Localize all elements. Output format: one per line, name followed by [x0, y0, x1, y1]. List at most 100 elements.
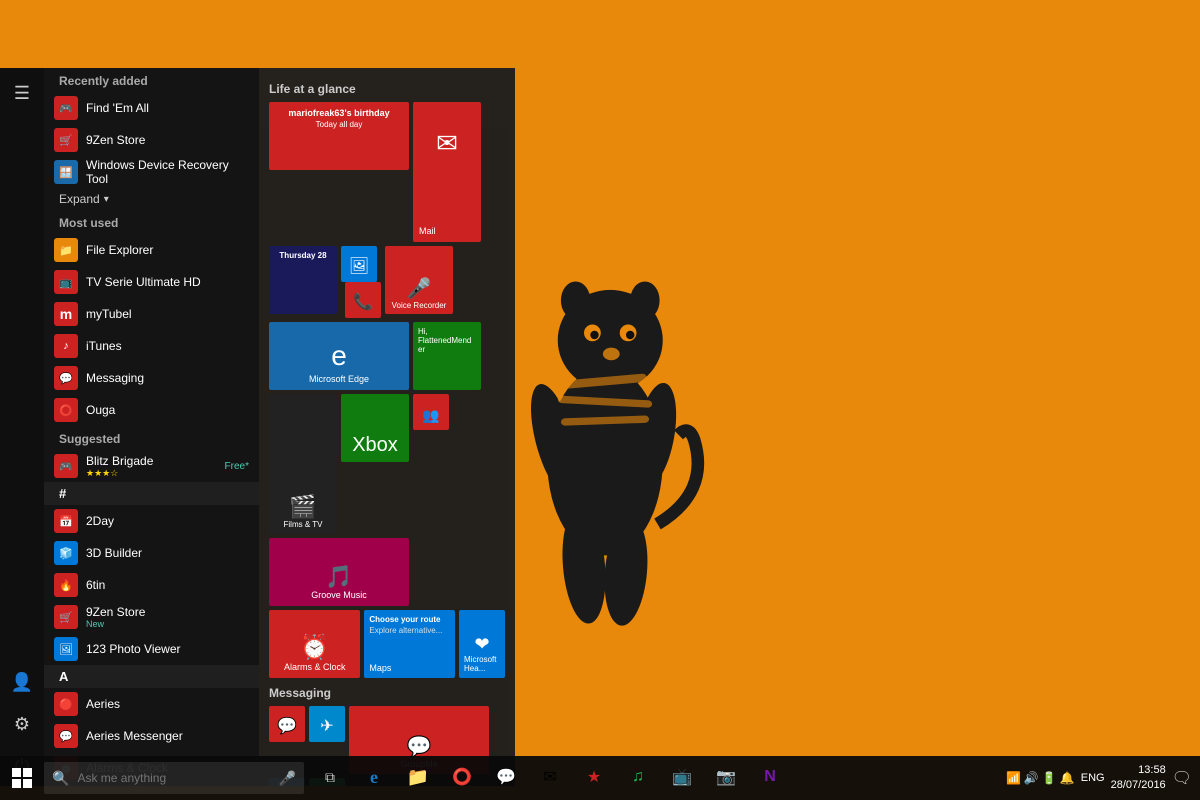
- phone-tile[interactable]: 📞: [345, 282, 381, 318]
- hi-tile[interactable]: Hi,FlattenedMender: [413, 322, 481, 390]
- win-recovery-label: Windows Device Recovery Tool: [86, 158, 249, 186]
- aeries-messenger-item[interactable]: 💬 Aeries Messenger: [44, 720, 259, 752]
- 9zen-store2-icon: 🛒: [54, 605, 78, 629]
- edge-tile[interactable]: e Microsoft Edge: [269, 322, 409, 390]
- aeries-label: Aeries: [86, 697, 249, 711]
- settings-icon[interactable]: ⚙: [2, 704, 42, 744]
- birthday-tile[interactable]: mariofreak63's birthday Today all day: [269, 102, 409, 170]
- tv-taskbar-icon[interactable]: 📺: [660, 756, 704, 800]
- action-center-icon[interactable]: 🗨: [1172, 768, 1192, 788]
- start-icon: [12, 768, 32, 788]
- groove-tile[interactable]: 🎵 Groove Music: [269, 538, 409, 606]
- user-icon[interactable]: 👤: [2, 662, 42, 702]
- language-indicator[interactable]: ENG: [1081, 772, 1105, 784]
- hobbes-illustration: [500, 230, 710, 610]
- onenote-taskbar-icon[interactable]: N: [748, 756, 792, 800]
- maps-label: Maps: [369, 663, 391, 673]
- suggested-title: Suggested: [44, 426, 259, 450]
- letter-a: A: [44, 665, 259, 688]
- alarms-tile[interactable]: ⏰ Alarms & Clock: [269, 610, 360, 678]
- camera-taskbar-icon[interactable]: 📷: [704, 756, 748, 800]
- mail-icon: ✉: [436, 128, 458, 159]
- start-button[interactable]: [0, 756, 44, 800]
- messaging-icon: 💬: [54, 366, 78, 390]
- voice-recorder-tile[interactable]: 🎤 Voice Recorder: [385, 246, 453, 314]
- win-recovery-icon: 🪟: [54, 160, 78, 184]
- itunes-item[interactable]: ♪ iTunes: [44, 330, 259, 362]
- aeries-messenger-icon: 💬: [54, 724, 78, 748]
- find-em-all-label: Find 'Em All: [86, 101, 249, 115]
- people-icon: 👥: [422, 407, 439, 424]
- voice-recorder-label: Voice Recorder: [392, 301, 447, 310]
- 9zen-store-item[interactable]: 🛒 9Zen Store: [44, 124, 259, 156]
- maps-sub: Explore alternative...: [369, 626, 442, 635]
- battery-icon[interactable]: 🔋: [1042, 771, 1057, 785]
- 3d-builder-item[interactable]: 🧊 3D Builder: [44, 537, 259, 569]
- network-icon[interactable]: 📶: [1006, 771, 1021, 785]
- messaging-label: Messaging: [86, 371, 249, 385]
- edge-taskbar-icon[interactable]: e: [352, 756, 396, 800]
- xbox-tile[interactable]: Xbox: [341, 394, 409, 462]
- msg1-tile[interactable]: 💬: [269, 706, 305, 742]
- telegram-icon: ✈: [320, 716, 333, 736]
- mytubel-item[interactable]: m myTubel: [44, 298, 259, 330]
- explorer-taskbar-icon[interactable]: 📁: [396, 756, 440, 800]
- notification-icon[interactable]: 🔔: [1060, 771, 1075, 785]
- whatsapp-taskbar-icon[interactable]: 💬: [484, 756, 528, 800]
- 2day-icon: 📅: [54, 509, 78, 533]
- mail-tile[interactable]: ✉ Mail: [413, 102, 481, 242]
- photos-tile[interactable]: 🖼: [341, 246, 377, 282]
- spotify-taskbar-icon[interactable]: ♫: [616, 756, 660, 800]
- file-explorer-label: File Explorer: [86, 243, 249, 257]
- telegram-tile[interactable]: ✈: [309, 706, 345, 742]
- 9zen-label: 9Zen Store: [86, 133, 249, 147]
- mic-icon[interactable]: 🎤: [271, 770, 304, 787]
- mshealthvault-tile[interactable]: ❤ Microsoft Hea...: [459, 610, 505, 678]
- blitz-brigade-label: Blitz Brigade: [86, 454, 225, 468]
- mail-taskbar-icon[interactable]: ✉: [528, 756, 572, 800]
- start-menu: ☰ 👤 ⚙ ⏻ Recently added 🎮 Find 'Em All 🛒 …: [0, 68, 515, 786]
- volume-icon[interactable]: 🔊: [1024, 771, 1039, 785]
- task-view-button[interactable]: ⧉: [308, 756, 352, 800]
- aeries-item[interactable]: 🔴 Aeries: [44, 688, 259, 720]
- tray-icons: 📶 🔊 🔋 🔔: [1006, 771, 1075, 785]
- msg1-icon: 💬: [277, 716, 297, 736]
- 123photo-item[interactable]: 🖼 123 Photo Viewer: [44, 633, 259, 665]
- win-recovery-item[interactable]: 🪟 Windows Device Recovery Tool: [44, 156, 259, 188]
- itunes-label: iTunes: [86, 339, 249, 353]
- birthday-title: mariofreak63's birthday: [288, 108, 389, 118]
- 9zen-store2-item[interactable]: 🛒 9Zen Store New: [44, 601, 259, 633]
- taskbar-pinned-apps: ⧉ e 📁 ⭕ 💬 ✉ ★ ♫ 📺 📷 N: [308, 756, 1006, 800]
- desktop: HobbEs: [0, 0, 1200, 800]
- search-input[interactable]: [77, 771, 270, 785]
- 9zen-store2-label: 9Zen Store: [86, 605, 249, 619]
- blitz-brigade-item[interactable]: 🎮 Blitz Brigade ★★★☆ Free*: [44, 450, 259, 482]
- cortana-taskbar-icon[interactable]: ⭕: [440, 756, 484, 800]
- expand-button[interactable]: Expand ▾: [44, 188, 259, 210]
- lastpass-taskbar-icon[interactable]: ★: [572, 756, 616, 800]
- file-explorer-item[interactable]: 📁 File Explorer: [44, 234, 259, 266]
- recently-added-title: Recently added: [44, 68, 259, 92]
- hi-text: Hi,FlattenedMender: [418, 327, 471, 354]
- calendar-tile[interactable]: Thursday 28: [269, 246, 337, 314]
- people-tile[interactable]: 👥: [413, 394, 449, 430]
- system-clock[interactable]: 13:58 28/07/2016: [1111, 763, 1166, 794]
- films-tile[interactable]: 🎬 Films & TV: [269, 394, 337, 534]
- ouga-item[interactable]: ⭕ Ouga: [44, 394, 259, 426]
- find-em-all-item[interactable]: 🎮 Find 'Em All: [44, 92, 259, 124]
- alarms-icon: ⏰: [300, 633, 330, 662]
- 2day-item[interactable]: 📅 2Day: [44, 505, 259, 537]
- hamburger-icon[interactable]: ☰: [2, 73, 42, 113]
- maps-tile[interactable]: Choose your route Explore alternative...…: [364, 610, 455, 678]
- 2day-label: 2Day: [86, 514, 249, 528]
- tv-serie-item[interactable]: 📺 TV Serie Ultimate HD: [44, 266, 259, 298]
- messaging-item[interactable]: 💬 Messaging: [44, 362, 259, 394]
- blitz-badge: Free*: [225, 461, 249, 472]
- 6tin-item[interactable]: 🔥 6tin: [44, 569, 259, 601]
- films-label: Films & TV: [284, 520, 323, 529]
- search-icon: 🔍: [44, 770, 77, 787]
- calendar-label: Thursday 28: [279, 251, 326, 260]
- mail-label: Mail: [419, 226, 436, 236]
- blitz-brigade-icon: 🎮: [54, 454, 78, 478]
- life-at-glance-title: Life at a glance: [269, 82, 505, 96]
